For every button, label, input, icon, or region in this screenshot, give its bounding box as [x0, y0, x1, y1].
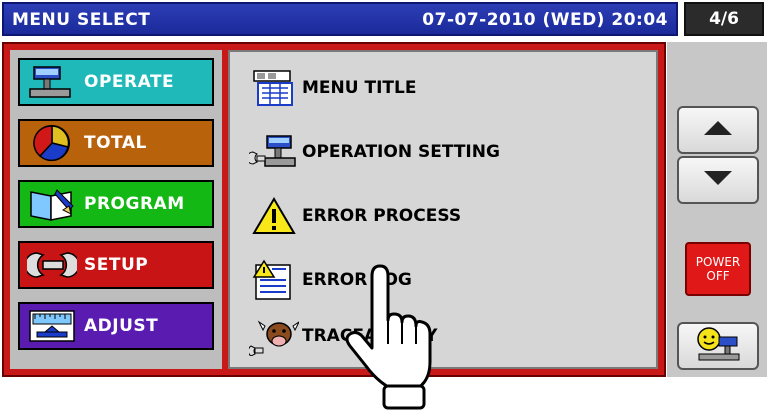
category-setup-button[interactable]: SETUP: [18, 241, 214, 289]
scale-icon: [20, 62, 84, 102]
up-arrow-icon: [703, 120, 733, 140]
category-program-label: PROGRAM: [84, 194, 185, 214]
pie-chart-icon: [20, 123, 84, 163]
menu-title-icon: [246, 66, 302, 110]
title-panel: MENU SELECT 07-07-2010 (WED) 20:04: [2, 2, 678, 36]
power-off-button[interactable]: POWER OFF: [685, 242, 751, 296]
power-label-line1: POWER: [695, 255, 741, 269]
operation-setting-item[interactable]: OPERATION SETTING: [246, 130, 500, 174]
down-arrow-icon: [703, 170, 733, 190]
category-setup-label: SETUP: [84, 255, 149, 275]
title-bar: MENU SELECT 07-07-2010 (WED) 20:04 4/6: [0, 0, 767, 42]
category-total-label: TOTAL: [84, 133, 147, 153]
category-adjust-label: ADJUST: [84, 316, 159, 336]
operator-icon: [695, 325, 741, 367]
operation-setting-label: OPERATION SETTING: [302, 142, 500, 162]
menu-title-item[interactable]: MENU TITLE: [246, 66, 416, 110]
cow-icon: [246, 314, 302, 358]
menu-title-label: MENU TITLE: [302, 78, 417, 98]
right-panel: POWER OFF: [667, 42, 767, 377]
error-log-icon: [246, 258, 302, 302]
category-operate-button[interactable]: OPERATE: [18, 58, 214, 106]
category-operate-label: OPERATE: [84, 72, 175, 92]
scroll-up-button[interactable]: [677, 106, 759, 154]
category-column: OPERATE TOTAL PROGRAM SETUP ADJUST: [10, 50, 222, 369]
error-process-item[interactable]: ERROR PROCESS: [246, 194, 461, 238]
screen-title: MENU SELECT: [12, 10, 151, 30]
warning-icon: [246, 194, 302, 238]
category-adjust-button[interactable]: ADJUST: [18, 302, 214, 350]
page-indicator: 4/6: [684, 2, 764, 36]
book-icon: [20, 184, 84, 224]
scroll-down-button[interactable]: [677, 156, 759, 204]
power-label-line2: OFF: [706, 269, 730, 283]
touch-hand-icon: [330, 262, 450, 411]
error-process-label: ERROR PROCESS: [302, 206, 462, 226]
gauge-icon: [20, 306, 84, 346]
operation-setting-icon: [246, 130, 302, 174]
category-total-button[interactable]: TOTAL: [18, 119, 214, 167]
datetime-display: 07-07-2010 (WED) 20:04: [422, 10, 668, 30]
operator-button[interactable]: [677, 322, 759, 370]
category-program-button[interactable]: PROGRAM: [18, 180, 214, 228]
wrench-icon: [20, 245, 84, 285]
